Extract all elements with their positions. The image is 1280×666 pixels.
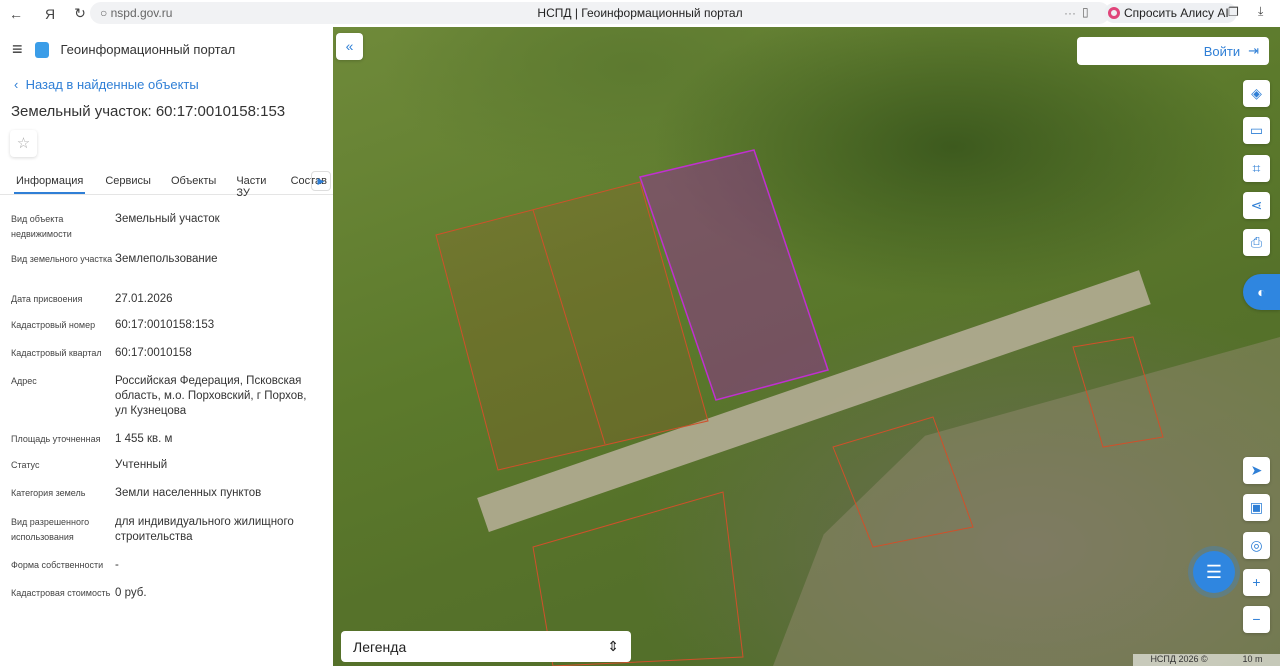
layers-button[interactable]: ◈ <box>1243 80 1270 107</box>
field-row: Адрес Российская Федерация, Псковская обл… <box>11 374 331 419</box>
page-title: Земельный участок: 60:17:0010158:153 <box>11 103 286 120</box>
field-row: Кадастровый номер 60:17:0010158:153 <box>11 318 331 333</box>
alice-label: Спросить Алису AI <box>1124 6 1229 20</box>
field-label: Вид объекта недвижимости <box>11 214 72 239</box>
field-row: Дата присвоения 27.01.2026 <box>11 292 331 307</box>
field-value: 1 455 кв. м <box>115 433 173 445</box>
field-value: Земли населенных пунктов <box>115 487 262 499</box>
field-row: Форма собственности - <box>11 558 331 573</box>
field-value: Учтенный <box>115 459 168 471</box>
login-button[interactable]: Войти ⇥ <box>1077 37 1269 65</box>
menu-icon[interactable]: ≡ <box>12 39 23 60</box>
field-value: Российская Федерация, Псковская область,… <box>115 375 307 417</box>
alice-icon <box>1108 7 1120 19</box>
parcel-overlay <box>435 149 1164 666</box>
legend-label: Легенда <box>353 638 407 655</box>
field-row: Вид земельного участка Землепользование <box>11 252 331 267</box>
bookmark-icon[interactable]: ▯ <box>1082 5 1089 19</box>
field-label: Статус <box>11 460 40 470</box>
chevron-left-icon: ‹ <box>14 77 26 92</box>
collapse-panel-button[interactable]: « <box>336 33 363 60</box>
yandex-icon[interactable]: Я <box>40 6 60 22</box>
info-panel: ≡ Геоинформационный портал ‹ Назад в найд… <box>0 27 333 666</box>
location-pin-button[interactable]: ◎ <box>1243 532 1270 559</box>
field-label: Кадастровый квартал <box>11 348 102 358</box>
map-canvas[interactable]: « Войти ⇥ ◈ ▭ ⌗ ⋖ ⎙ ◐ ➤ ▣ ◎ + − ☰ Легенда… <box>333 27 1280 666</box>
field-label: Кадастровый номер <box>11 320 96 330</box>
field-row: Статус Учтенный <box>11 458 331 473</box>
app-title: Геоинформационный портал <box>60 42 236 57</box>
scale-bar: 10 m <box>1242 654 1263 664</box>
field-label: Кадастровая стоимость <box>11 588 111 598</box>
field-row: Вид объекта недвижимости Земельный участо… <box>11 212 331 242</box>
alice-button[interactable]: Спросить Алису AI <box>1104 3 1237 23</box>
tab-objects[interactable]: Объекты <box>171 168 216 194</box>
more-icon[interactable]: ··· <box>1064 6 1076 20</box>
field-row: Категория земель Земли населенных пунктов <box>11 486 331 501</box>
field-row: Кадастровая стоимость 0 руб. <box>11 586 331 601</box>
field-value: Землепользование <box>115 253 218 265</box>
login-label: Войти <box>1203 43 1241 59</box>
logo-icon <box>34 41 49 58</box>
field-row: Вид разрешенного использования для индиви… <box>11 515 331 545</box>
field-value: 60:17:0010158:153 <box>115 319 215 331</box>
address-bar[interactable]: ○ nspd.gov.ru <box>90 2 1110 24</box>
field-value: 27.01.2026 <box>115 293 173 305</box>
back-link[interactable]: ‹ Назад в найденные объекты <box>14 77 199 92</box>
copyright: НСПД 2026 © <box>1150 654 1208 664</box>
field-label: Дата присвоения <box>11 294 83 304</box>
field-row: Кадастровый квартал 60:17:0010158 <box>11 346 331 361</box>
browser-toolbar: ← Я ↻ ○ nspd.gov.ru НСПД | Геоинформацио… <box>0 0 1280 27</box>
field-label: Адрес <box>11 376 37 386</box>
collections-icon[interactable]: ❐ <box>1228 5 1239 19</box>
tab-info[interactable]: Информация <box>14 168 86 194</box>
print-button[interactable]: ⎙ <box>1243 229 1270 256</box>
minimap-button[interactable]: ▣ <box>1243 494 1270 521</box>
map-footer: НСПД 2026 © 10 m <box>1133 654 1280 666</box>
login-icon: ⇥ <box>1248 43 1259 58</box>
geolocation-button[interactable]: ➤ <box>1243 457 1270 484</box>
tab-services[interactable]: Сервисы <box>105 168 151 194</box>
legend-dropdown[interactable]: Легенда ⇕ <box>341 631 631 662</box>
share-button[interactable]: ⋖ <box>1243 192 1270 219</box>
field-value: для индивидуального жилищного строительс… <box>115 516 294 543</box>
parcel-neighbor <box>832 416 974 548</box>
tab-parts[interactable]: Части ЗУ <box>236 168 270 199</box>
field-value: 60:17:0010158 <box>115 347 192 359</box>
field-value: 0 руб. <box>115 587 147 599</box>
zoom-out-button[interactable]: − <box>1243 606 1270 633</box>
field-label: Площадь уточненная <box>11 434 101 444</box>
download-icon[interactable]: ⤓ <box>1258 4 1263 19</box>
reload-icon[interactable]: ↻ <box>70 5 90 22</box>
select-area-button[interactable]: ⌗ <box>1243 155 1270 182</box>
url-text: nspd.gov.ru <box>110 6 173 20</box>
field-value: Земельный участок <box>115 213 220 225</box>
field-label: Форма собственности <box>11 560 104 570</box>
tabs-next-button[interactable]: ▶ <box>311 171 331 191</box>
back-label: Назад в найденные объекты <box>25 77 199 92</box>
assistant-button[interactable]: ◐ <box>1243 274 1280 310</box>
favorite-star-icon[interactable]: ☆ <box>10 130 37 157</box>
tabs: Информация Сервисы Объекты Части ЗУ Сост… <box>0 168 333 199</box>
zoom-in-button[interactable]: + <box>1243 569 1270 596</box>
chevron-updown-icon: ⇕ <box>607 638 619 654</box>
field-label: Категория земель <box>11 488 86 498</box>
shield-icon: ○ <box>100 6 111 20</box>
parcel-neighbor <box>1072 336 1164 448</box>
ruler-button[interactable]: ▭ <box>1243 117 1270 144</box>
field-label: Вид земельного участка <box>11 254 113 264</box>
field-label: Вид разрешенного использования <box>11 517 90 542</box>
chat-button[interactable]: ☰ <box>1193 551 1235 593</box>
field-value: - <box>115 559 119 571</box>
field-row: Площадь уточненная 1 455 кв. м <box>11 432 331 447</box>
back-icon[interactable]: ← <box>6 6 26 22</box>
